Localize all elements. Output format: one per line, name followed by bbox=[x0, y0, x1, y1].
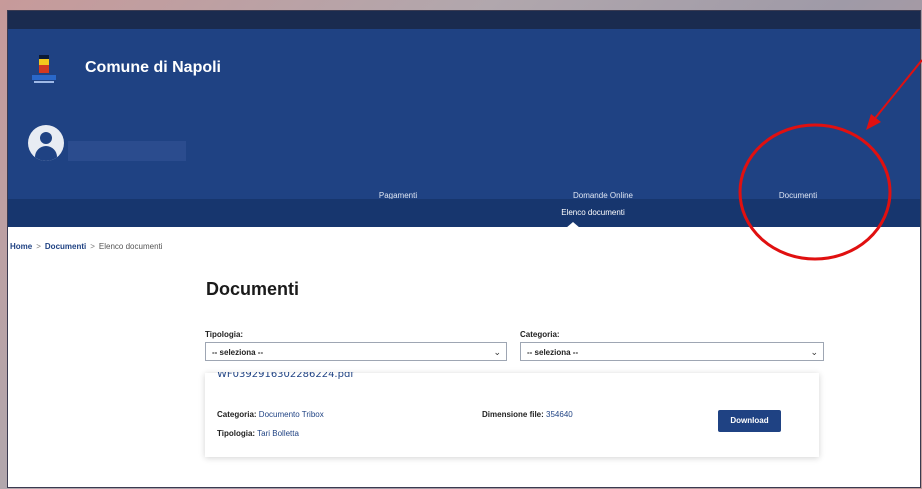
document-categoria: Categoria: Documento Tribox bbox=[217, 410, 324, 419]
comune-logo-icon[interactable] bbox=[32, 55, 56, 85]
tipologia-meta-label: Tipologia: bbox=[217, 429, 256, 438]
breadcrumb-documenti[interactable]: Documenti bbox=[45, 242, 86, 251]
categoria-meta-value: Documento Tribox bbox=[258, 410, 324, 419]
avatar-user-icon[interactable] bbox=[28, 125, 64, 161]
tipologia-meta-value: Tari Bolletta bbox=[257, 429, 299, 438]
username-redacted bbox=[68, 141, 186, 161]
breadcrumb-current: Elenco documenti bbox=[98, 242, 163, 251]
top-strip bbox=[8, 11, 920, 29]
breadcrumb: Home > Documenti > Elenco documenti bbox=[10, 242, 163, 251]
tipologia-label: Tipologia: bbox=[205, 330, 244, 339]
categoria-meta-label: Categoria: bbox=[217, 410, 257, 419]
document-tipologia: Tipologia: Tari Bolletta bbox=[217, 429, 299, 438]
dimensione-meta-label: Dimensione file: bbox=[482, 410, 544, 419]
site-header: Comune di Napoli Pagamenti Domande Onlin… bbox=[8, 29, 920, 202]
breadcrumb-separator: > bbox=[90, 242, 95, 251]
sub-navigation: Elenco documenti bbox=[8, 199, 920, 227]
tipologia-select[interactable]: -- seleziona -- ⌄ bbox=[205, 342, 507, 361]
categoria-select[interactable]: -- seleziona -- ⌄ bbox=[520, 342, 824, 361]
browser-page: Comune di Napoli Pagamenti Domande Onlin… bbox=[8, 11, 920, 487]
chevron-down-icon: ⌄ bbox=[493, 347, 501, 357]
page-title: Documenti bbox=[206, 279, 300, 299]
document-card: WF0392916302286224.pdf Categoria: Docume… bbox=[205, 372, 819, 457]
chevron-down-icon: ⌄ bbox=[810, 347, 818, 357]
categoria-select-value: -- seleziona -- bbox=[527, 348, 579, 357]
subnav-item-elenco-documenti[interactable]: Elenco documenti bbox=[528, 208, 658, 217]
tipologia-select-value: -- seleziona -- bbox=[212, 348, 264, 357]
categoria-label: Categoria: bbox=[520, 330, 560, 339]
document-dimensione: Dimensione file: 354640 bbox=[482, 410, 573, 419]
dimensione-meta-value: 354640 bbox=[546, 410, 573, 419]
download-button[interactable]: Download bbox=[718, 410, 781, 432]
active-caret bbox=[566, 222, 580, 228]
document-filename[interactable]: WF0392916302286224.pdf bbox=[217, 372, 354, 380]
breadcrumb-separator: > bbox=[36, 242, 41, 251]
breadcrumb-home[interactable]: Home bbox=[10, 242, 32, 251]
brand-title[interactable]: Comune di Napoli bbox=[85, 59, 221, 77]
